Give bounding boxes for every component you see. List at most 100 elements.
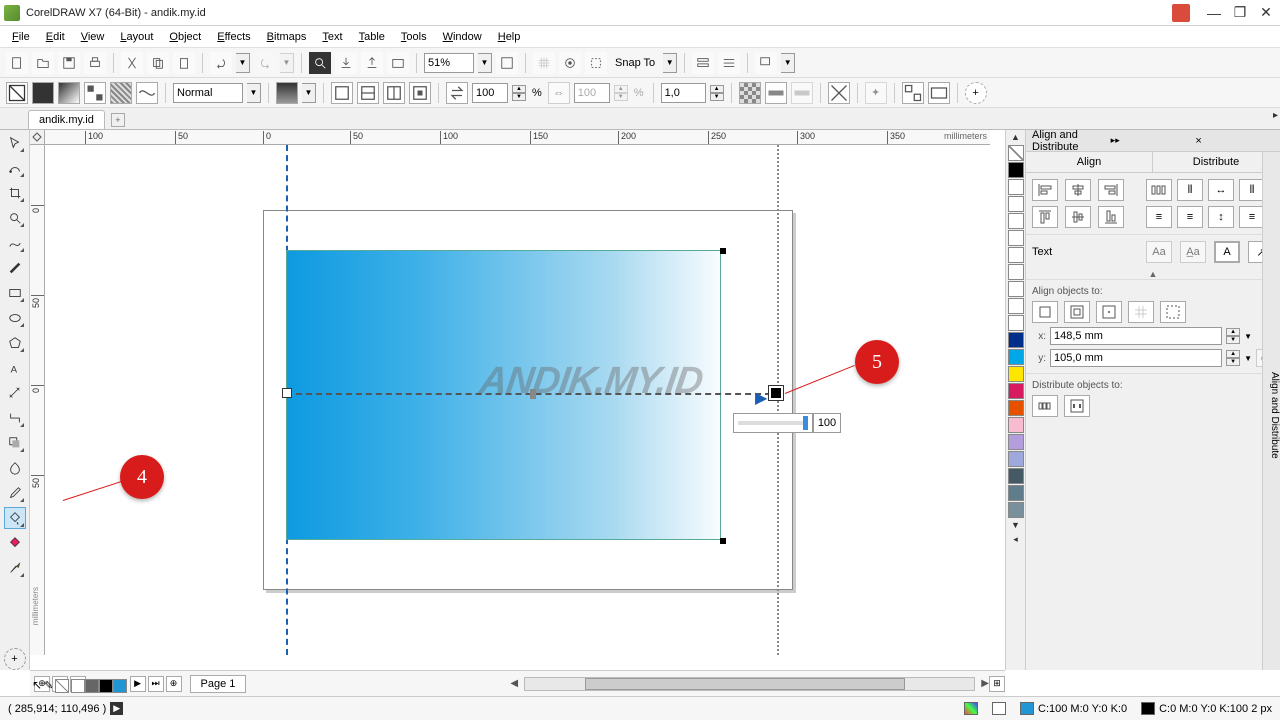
gradient-end-handle[interactable] [769,386,783,400]
docker-collapse-icon[interactable]: ▸ [1273,110,1278,121]
docker-expand-icon[interactable]: ▸▸ [1111,135,1190,146]
options2-button[interactable] [928,82,950,104]
add-preset-button[interactable]: + [965,82,987,104]
fill-mode-dropdown[interactable]: ▼ [247,83,261,103]
reverse-fill-button[interactable] [446,82,468,104]
color-swatch[interactable] [1008,502,1024,518]
color-swatch[interactable] [1008,349,1024,365]
align-y-input[interactable] [1050,349,1222,367]
color-swatch[interactable] [1008,485,1024,501]
dist-center-v-button[interactable]: ≡ [1177,206,1203,228]
dist-selection-button[interactable] [1032,395,1058,417]
align-grid-button[interactable] [1128,301,1154,323]
palette-scroll-down[interactable]: ▼ [1011,520,1020,530]
outline-width-input[interactable] [661,83,706,103]
dist-spacing-h-button[interactable]: ↔ [1208,179,1234,201]
palette-flyout[interactable]: ◂ [1013,534,1018,545]
launcher-button[interactable] [718,52,740,74]
menu-table[interactable]: Table [351,29,393,45]
menu-window[interactable]: Window [435,29,490,45]
dist-page-button[interactable] [1064,395,1090,417]
search-button[interactable] [309,52,331,74]
ruler-origin[interactable] [30,130,45,145]
gradient-midpoint-handle[interactable] [530,389,536,399]
menu-object[interactable]: Object [161,29,209,45]
color-swatch[interactable] [1008,468,1024,484]
text-tool[interactable]: A [4,357,26,379]
palette-scroll-up[interactable]: ▲ [1011,132,1020,142]
horizontal-scrollbar[interactable] [524,677,975,691]
color-swatch[interactable] [1008,179,1024,195]
close-button[interactable]: ✕ [1254,3,1278,23]
recent-color-swatch[interactable] [99,679,113,693]
edit-fill-button[interactable] [6,82,28,104]
align-page-center-button[interactable] [1096,301,1122,323]
play-icon[interactable]: ▶ [110,702,123,715]
zoom-input[interactable] [424,53,474,73]
color-swatch[interactable] [1008,315,1024,331]
import-button[interactable] [335,52,357,74]
edit-fill-dialog-button[interactable]: ✦ [865,82,887,104]
recent-color-swatch[interactable] [85,679,99,693]
zoom-tool[interactable] [4,207,26,229]
undo-dropdown[interactable]: ▼ [236,53,250,73]
docker-side-tab[interactable]: Align and Distribute [1262,152,1280,670]
menu-view[interactable]: View [73,29,113,45]
color-swatch[interactable] [1008,332,1024,348]
align-tab[interactable]: Align [1026,152,1153,172]
align-center-v-button[interactable] [1065,206,1091,228]
open-button[interactable] [32,52,54,74]
selection-handle[interactable] [720,538,726,544]
snap-to-dropdown[interactable]: ▼ [663,53,677,73]
freehand-tool[interactable] [4,232,26,254]
menu-edit[interactable]: Edit [38,29,73,45]
smart-fill-tool[interactable] [4,532,26,554]
color-swatch[interactable] [1008,434,1024,450]
drop-shadow-tool[interactable] [4,432,26,454]
add-page-after-button[interactable]: ⊕ [166,676,182,692]
spin-down[interactable]: ▼ [512,93,526,101]
spin-up[interactable]: ▲ [710,85,724,93]
connector-tool[interactable] [4,407,26,429]
linear-type-button[interactable] [331,82,353,104]
align-right-button[interactable] [1098,179,1124,201]
copy-fill-button[interactable] [828,82,850,104]
dist-spacing-v-button[interactable]: ↕ [1208,206,1234,228]
polygon-tool[interactable] [4,332,26,354]
eyedropper-tool[interactable] [4,482,26,504]
texture-fill-button[interactable] [110,82,132,104]
color-swatch[interactable] [1008,230,1024,246]
copy-button[interactable] [147,52,169,74]
new-tab-button[interactable]: + [111,113,125,127]
rectangular-type-button[interactable] [409,82,431,104]
color-swatch[interactable] [1008,417,1024,433]
selection-handle[interactable] [720,248,726,254]
menu-text[interactable]: Text [314,29,350,45]
align-point-button[interactable] [1160,301,1186,323]
free-scale-button[interactable] [739,82,761,104]
snap-guides-button[interactable] [585,52,607,74]
align-center-h-button[interactable] [1065,179,1091,201]
color-swatch[interactable] [1008,298,1024,314]
spin-up[interactable]: ▲ [512,85,526,93]
color-swatch[interactable] [1008,400,1024,416]
hscroll-right-icon[interactable]: ▶ [981,678,989,689]
align-left-button[interactable] [1032,179,1058,201]
dist-left-button[interactable] [1146,179,1172,201]
node-color-dropdown[interactable]: ▼ [302,83,316,103]
horizontal-ruler[interactable]: millimeters10050050100150200250300350 [45,130,990,145]
crop-tool[interactable] [4,182,26,204]
color-swatch[interactable] [1008,247,1024,263]
spin-down[interactable]: ▼ [710,93,724,101]
cut-button[interactable] [121,52,143,74]
new-button[interactable] [6,52,28,74]
preview-button[interactable] [559,52,581,74]
canvas-area[interactable]: millimeters10050050100150200250300350 mi… [30,130,1005,670]
ellipse-tool[interactable] [4,307,26,329]
dist-center-h-button[interactable]: ⦀ [1177,179,1203,201]
menu-bitmaps[interactable]: Bitmaps [259,29,315,45]
app-launcher-button[interactable] [755,52,777,74]
parallel-dim-tool[interactable] [4,382,26,404]
navigator-button[interactable]: ⊞ [989,676,1005,692]
proof-colors-icon[interactable] [964,702,978,715]
